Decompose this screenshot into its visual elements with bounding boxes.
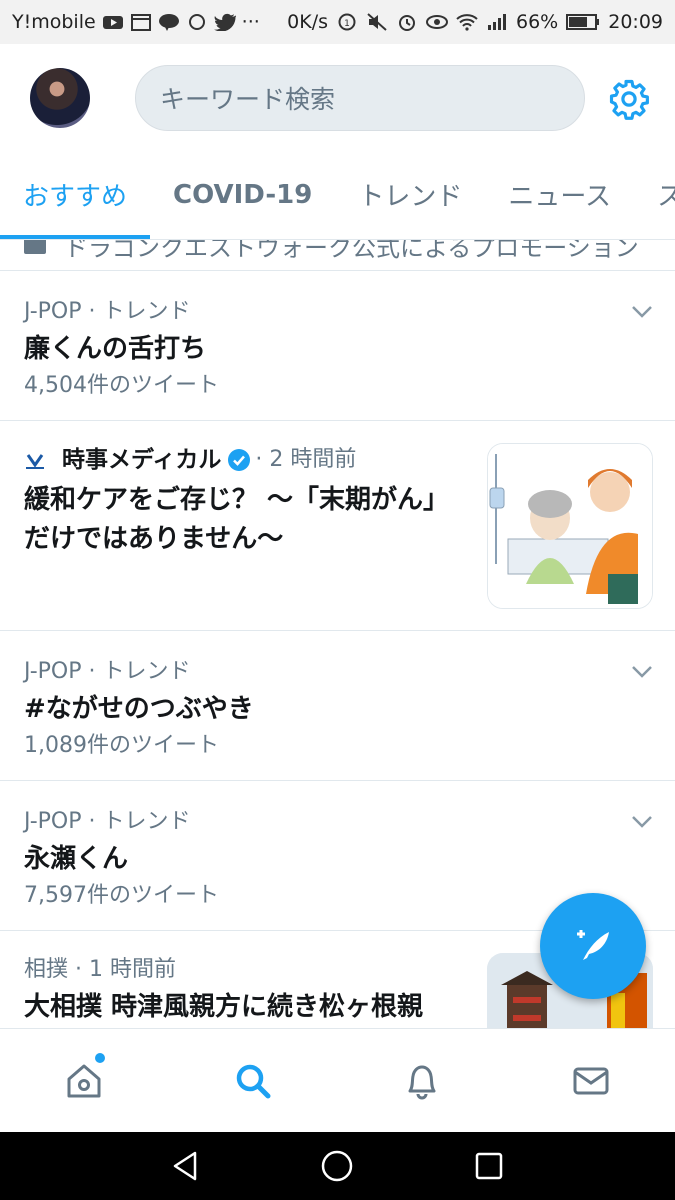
alarm-icon bbox=[396, 13, 418, 31]
search-header: キーワード検索 bbox=[0, 44, 675, 150]
gear-icon[interactable] bbox=[608, 78, 650, 120]
more-notifications-icon: ··· bbox=[241, 11, 260, 33]
tab-recommended[interactable]: おすすめ bbox=[0, 150, 151, 239]
news-time: · 2 時間前 bbox=[255, 447, 357, 472]
compose-tweet-button[interactable] bbox=[540, 893, 646, 999]
news-headline: 緩和ケアをご存じ？ ～「末期がん」だけではありません～ bbox=[24, 485, 450, 554]
battery-icon bbox=[566, 13, 600, 31]
tab-covid19[interactable]: COVID-19 bbox=[150, 150, 335, 239]
avatar[interactable] bbox=[30, 68, 90, 128]
trend-meta: J-POP · トレンド bbox=[24, 659, 191, 684]
home-circle-icon[interactable] bbox=[320, 1149, 354, 1183]
trend-meta: J-POP · トレンド bbox=[24, 809, 191, 834]
bell-icon bbox=[408, 1065, 436, 1099]
promoted-icon bbox=[24, 240, 46, 254]
search-icon bbox=[236, 1064, 271, 1098]
chevron-down-icon[interactable] bbox=[631, 665, 653, 679]
tab-label: ニュース bbox=[508, 182, 612, 212]
trend-title: #ながせのつぶやき bbox=[24, 694, 254, 724]
svg-text:1: 1 bbox=[344, 19, 350, 29]
trend-title: 廉くんの舌打ち bbox=[24, 334, 207, 364]
chevron-down-icon[interactable] bbox=[631, 305, 653, 319]
youtube-icon bbox=[102, 13, 124, 31]
tab-label: おすすめ bbox=[23, 182, 128, 212]
tab-sports[interactable]: ス bbox=[634, 150, 675, 239]
signal-icon bbox=[486, 13, 508, 31]
news-thumbnail[interactable] bbox=[487, 443, 653, 609]
tab-label: トレンド bbox=[358, 182, 463, 212]
wifi-icon bbox=[456, 13, 478, 31]
eye-icon bbox=[426, 13, 448, 31]
calendar-icon bbox=[130, 13, 152, 31]
tab-label: COVID-19 bbox=[173, 179, 313, 210]
trend-item[interactable]: J-POP · トレンド 廉くんの舌打ち 4,504件のツイート bbox=[0, 271, 675, 421]
jiji-medical-logo-icon bbox=[26, 454, 44, 469]
status-right: 0K/s 1 66% 20:09 bbox=[287, 11, 663, 33]
trend-count: 1,089件のツイート bbox=[24, 733, 219, 758]
promoted-text: ドラゴンクエストウォーク公式によるプロモーション bbox=[64, 240, 639, 262]
nav-notifications[interactable] bbox=[338, 1029, 507, 1132]
line-icon bbox=[158, 13, 180, 31]
back-icon[interactable] bbox=[169, 1149, 203, 1183]
trend-count: 4,504件のツイート bbox=[24, 373, 219, 398]
trend-title: 永瀬くん bbox=[24, 844, 129, 874]
status-bar: Y!mobile ··· 0K/s 1 66% 20:09 bbox=[0, 0, 675, 44]
mute-icon bbox=[366, 13, 388, 31]
explore-tabs: おすすめ COVID-19 トレンド ニュース ス bbox=[0, 150, 675, 240]
status-left: Y!mobile ··· bbox=[12, 11, 260, 33]
tab-news[interactable]: ニュース bbox=[485, 150, 634, 239]
carrier-label: Y!mobile bbox=[12, 11, 96, 33]
data-saver-icon: 1 bbox=[336, 13, 358, 31]
trend-item[interactable]: J-POP · トレンド #ながせのつぶやき 1,089件のツイート bbox=[0, 631, 675, 781]
nav-home[interactable] bbox=[0, 1029, 169, 1132]
nav-search[interactable] bbox=[169, 1029, 338, 1132]
clock-time: 20:09 bbox=[608, 11, 663, 33]
recents-icon[interactable] bbox=[472, 1149, 506, 1183]
chevron-down-icon[interactable] bbox=[631, 815, 653, 829]
twitter-icon bbox=[213, 13, 238, 32]
verified-badge-icon bbox=[228, 449, 251, 471]
tab-label: ス bbox=[657, 176, 675, 213]
news-source-name: 時事メディカル bbox=[62, 447, 222, 473]
bottom-navigation bbox=[0, 1028, 675, 1132]
trend-meta: J-POP · トレンド bbox=[24, 299, 191, 324]
promoted-label[interactable]: ドラゴンクエストウォーク公式によるプロモーション bbox=[0, 240, 675, 271]
new-content-dot bbox=[95, 1053, 105, 1063]
home-icon bbox=[67, 1064, 101, 1097]
mail-icon bbox=[573, 1067, 609, 1094]
news-headline: 大相撲 時津風親方に続き松ヶ根親 bbox=[24, 992, 424, 1022]
system-navigation-bar bbox=[0, 1132, 675, 1200]
tab-trends[interactable]: トレンド bbox=[335, 150, 485, 239]
battery-percent: 66% bbox=[516, 11, 559, 33]
search-placeholder: キーワード検索 bbox=[160, 85, 336, 114]
care-illustration bbox=[488, 444, 652, 608]
news-item[interactable]: 時事メディカル · 2 時間前 緩和ケアをご存じ？ ～「末期がん」だけではありま… bbox=[0, 421, 675, 631]
nav-messages[interactable] bbox=[506, 1029, 675, 1132]
compose-tweet-icon bbox=[577, 930, 609, 960]
network-speed: 0K/s bbox=[287, 11, 328, 33]
search-input[interactable]: キーワード検索 bbox=[135, 65, 585, 131]
sync-icon bbox=[186, 13, 208, 31]
